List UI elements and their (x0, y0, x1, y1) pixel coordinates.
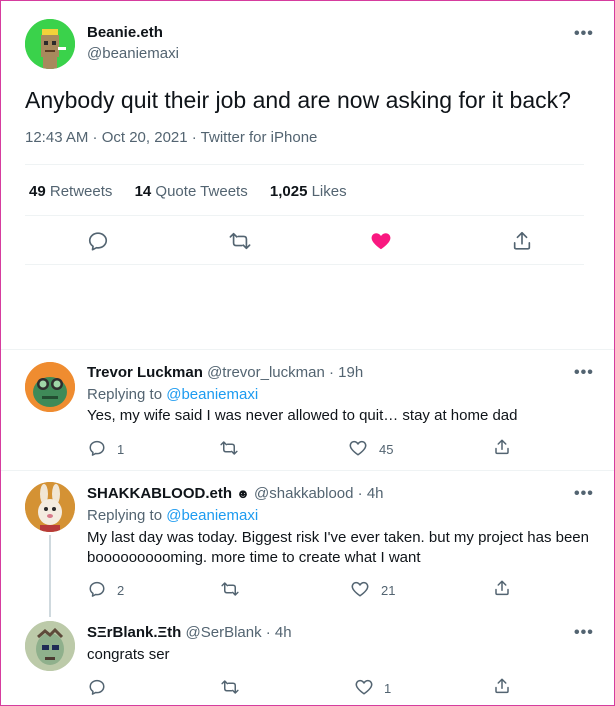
beanie-avatar[interactable] (25, 19, 75, 69)
reply-display-name[interactable]: SΞrBlank.Ξth (87, 624, 181, 641)
quote-tweets-count: 14 (134, 183, 152, 200)
reply-header: SHAKKABLOOD.eth ☻ @shakkablood · 4h (87, 485, 384, 502)
reply-text: Yes, my wife said I was never allowed to… (87, 407, 518, 424)
shakkablood-avatar[interactable] (25, 482, 75, 532)
retweets-stat[interactable]: 49 Retweets (29, 183, 117, 200)
reply-time[interactable]: · 19h (329, 364, 363, 381)
tweet-detail-screenshot: Beanie.eth @beaniemaxi ••• Anybody quit … (0, 0, 615, 706)
likes-count: 1,025 (269, 183, 308, 200)
divider (25, 215, 584, 216)
share-icon[interactable] (493, 438, 511, 456)
reply-text-line: My last day was today. Biggest risk I've… (87, 529, 589, 546)
replying-to-handle[interactable]: @beaniemaxi (166, 386, 258, 403)
retweet-icon[interactable] (220, 439, 238, 457)
zombie-avatar-icon (25, 621, 75, 671)
main-display-name[interactable]: Beanie.eth (87, 24, 163, 41)
main-timestamp[interactable]: 12:43 AM · Oct 20, 2021 · Twitter for iP… (25, 129, 317, 146)
reply-icon[interactable] (87, 230, 109, 252)
reply-header: SΞrBlank.Ξth @SerBlank · 4h (87, 624, 292, 641)
like-icon[interactable] (355, 678, 373, 696)
like-icon[interactable] (349, 439, 367, 457)
reply-time[interactable]: · 4h (358, 485, 384, 502)
divider (1, 470, 614, 471)
reply-more-button[interactable]: ••• (574, 364, 594, 382)
thread-connector-line (49, 535, 51, 617)
reply-time[interactable]: · 4h (266, 624, 292, 641)
likes-label: Likes (311, 183, 347, 200)
share-icon[interactable] (511, 230, 533, 252)
like-count: 21 (381, 583, 396, 598)
reply-more-button[interactable]: ••• (574, 485, 594, 503)
quote-tweets-label: Quote Tweets (155, 183, 248, 200)
reply-icon[interactable] (88, 439, 106, 457)
main-tweet-text: Anybody quit their job and are now askin… (25, 87, 571, 113)
profile-badge-icon: ☻ (236, 486, 250, 501)
main-more-button[interactable]: ••• (574, 25, 594, 43)
retweet-icon[interactable] (221, 580, 239, 598)
reply-handle[interactable]: @SerBlank (186, 624, 262, 641)
trevor-avatar[interactable] (25, 362, 75, 412)
frog-avatar-icon (25, 362, 75, 412)
main-handle[interactable]: @beaniemaxi (87, 45, 179, 62)
bunny-avatar-icon (25, 482, 75, 532)
retweet-icon[interactable] (221, 678, 239, 696)
reply-text-line: boooooooooming. more time to create what… (87, 549, 421, 566)
reply-icon[interactable] (88, 580, 106, 598)
replying-to: Replying to @beaniemaxi (87, 386, 258, 403)
serblank-avatar[interactable] (25, 621, 75, 671)
retweet-icon[interactable] (229, 230, 251, 252)
like-count: 1 (384, 681, 392, 696)
quote-tweets-stat[interactable]: 14 Quote Tweets (135, 183, 252, 200)
like-heart-icon[interactable] (370, 230, 392, 252)
reply-text: congrats ser (87, 646, 170, 663)
reply-more-button[interactable]: ••• (574, 624, 594, 642)
reply-handle[interactable]: @trevor_luckman (207, 364, 325, 381)
divider (25, 264, 584, 265)
retweets-label: Retweets (49, 183, 113, 200)
stats-bar: 49 Retweets 14 Quote Tweets 1,025 Likes (29, 183, 347, 200)
reply-handle[interactable]: @shakkablood (254, 485, 353, 502)
retweets-count: 49 (29, 183, 46, 200)
replying-to-prefix: Replying to (87, 386, 163, 403)
reply-count: 1 (117, 442, 125, 457)
like-icon[interactable] (351, 580, 369, 598)
reply-count: 2 (117, 583, 125, 598)
divider (25, 164, 584, 165)
replying-to-prefix: Replying to (87, 507, 163, 524)
punk-avatar-icon (25, 19, 75, 69)
reply-display-name[interactable]: SHAKKABLOOD.eth (87, 485, 232, 502)
like-count: 45 (379, 442, 394, 457)
likes-stat[interactable]: 1,025 Likes (270, 183, 347, 200)
reply-header: Trevor Luckman @trevor_luckman · 19h (87, 364, 363, 381)
reply-icon[interactable] (88, 678, 106, 696)
replying-to: Replying to @beaniemaxi (87, 507, 258, 524)
reply-display-name[interactable]: Trevor Luckman (87, 364, 203, 381)
replying-to-handle[interactable]: @beaniemaxi (166, 507, 258, 524)
section-divider (1, 349, 614, 350)
share-icon[interactable] (493, 579, 511, 597)
share-icon[interactable] (493, 677, 511, 695)
